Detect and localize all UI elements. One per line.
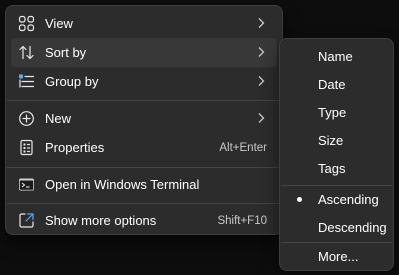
menu-item-show-more-options[interactable]: Show more options Shift+F10 <box>11 206 277 235</box>
menu-item-label: New <box>45 111 72 126</box>
sort-option-label: Descending <box>318 220 387 235</box>
sort-option-label: Date <box>318 77 346 92</box>
sort-option-label: Tags <box>318 161 346 176</box>
menu-item-sort-by[interactable]: Sort by <box>11 38 277 67</box>
sort-option-label: Ascending <box>318 192 379 207</box>
sort-option-label: Size <box>318 133 344 148</box>
sort-option-size[interactable]: Size <box>284 127 389 153</box>
chevron-right-icon <box>256 75 266 87</box>
menu-separator <box>7 167 281 168</box>
properties-icon <box>18 139 35 156</box>
sort-option-tags[interactable]: Tags <box>284 155 389 181</box>
view-grid-icon <box>18 15 35 32</box>
menu-item-open-in-terminal[interactable]: Open in Windows Terminal <box>11 170 277 199</box>
sort-option-date[interactable]: Date <box>284 71 389 97</box>
menu-item-properties[interactable]: Properties Alt+Enter <box>11 133 277 162</box>
menu-item-group-by[interactable]: Group by <box>11 67 277 96</box>
shortcut-label: Alt+Enter <box>219 142 267 154</box>
sort-option-label: Name <box>318 49 353 64</box>
chevron-right-icon <box>256 112 266 124</box>
sort-arrows-icon <box>18 44 35 61</box>
menu-item-label: Group by <box>45 74 99 89</box>
chevron-right-icon <box>256 46 266 58</box>
chevron-right-icon <box>256 17 266 29</box>
menu-item-new[interactable]: New <box>11 104 277 133</box>
show-more-options-icon <box>18 212 35 229</box>
menu-item-view[interactable]: View <box>11 9 277 38</box>
menu-item-label: Open in Windows Terminal <box>45 177 200 192</box>
sort-submenu: Name Date Type Size Tags Ascending Desce… <box>279 38 394 271</box>
menu-separator <box>7 100 281 101</box>
sort-order-descending[interactable]: Descending <box>284 214 389 240</box>
menu-item-label: Sort by <box>45 45 87 60</box>
menu-item-label: Show more options <box>45 213 157 228</box>
menu-item-label: View <box>45 16 73 31</box>
plus-circle-icon <box>18 110 35 127</box>
sort-option-type[interactable]: Type <box>284 99 389 125</box>
selected-bullet-icon <box>297 197 302 202</box>
sort-option-label: More... <box>318 249 359 264</box>
context-menu: View Sort by Group by New Properties Alt… <box>5 5 283 235</box>
sort-option-more[interactable]: More... <box>284 243 389 269</box>
menu-separator <box>7 203 281 204</box>
sort-option-name[interactable]: Name <box>284 43 389 69</box>
sort-option-label: Type <box>318 105 347 120</box>
terminal-icon <box>18 176 35 193</box>
shortcut-label: Shift+F10 <box>217 215 267 227</box>
group-list-icon <box>18 73 35 90</box>
sort-order-ascending[interactable]: Ascending <box>284 186 389 212</box>
menu-item-label: Properties <box>45 140 105 155</box>
